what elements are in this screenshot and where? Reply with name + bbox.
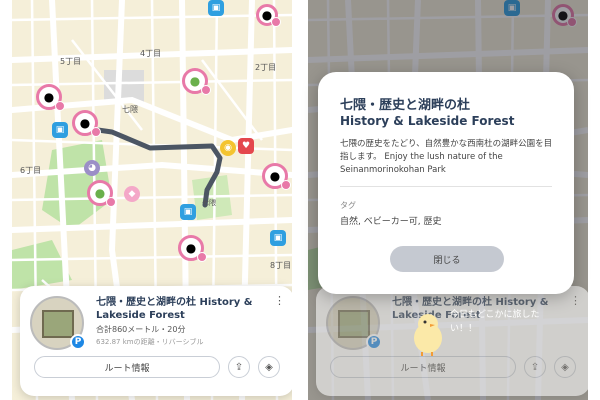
poi-pin[interactable]: ● [72,110,101,137]
divider [340,186,552,187]
shop-icon[interactable]: ▣ [270,230,286,246]
poi-pin[interactable]: ● [262,163,291,190]
street-label-nanakuma-road: 七隈 [202,199,216,207]
modal-description: 七隈の歴史をたどり、自然豊かな西南杜の湖畔公園を目指します。 Enjoy the… [340,139,553,175]
more-options-icon[interactable]: ⋮ [274,294,285,307]
parking-badge: P [366,334,382,350]
route-info-button: ルート情報 [330,356,516,378]
shop-icon[interactable]: ▣ [180,204,196,220]
street-label-4chome: 4丁目 [140,49,162,58]
cupcake-icon[interactable]: ◆ [124,186,140,202]
more-options-icon: ⋮ [570,294,581,307]
poi-person-icon: ● [43,90,55,104]
street-label-6chome: 6丁目 [20,166,42,175]
tag-heading: タグ [340,201,356,210]
poi-person-icon: ● [185,241,197,255]
route-detail-modal: 七隈・歴史と湖畔の杜 History & Lakeside Forest 七隈の… [318,72,574,294]
poi-frog-icon: ● [94,186,106,200]
route-info-button[interactable]: ルート情報 [34,356,220,378]
character-icon[interactable]: ◕ [84,160,100,176]
poi-pin[interactable]: ● [36,84,65,111]
modal-title-en: History & Lakeside Forest [340,114,515,128]
share-icon[interactable]: ⇪ [228,356,250,378]
heart-shop-icon[interactable]: ♥ [238,138,254,154]
close-button[interactable]: 閉じる [390,246,504,272]
street-label-8chome: 8丁目 [270,261,292,270]
street-label-nanakuma: 七隈 [122,105,138,114]
chick-mascot-icon [414,314,442,356]
shop-icon[interactable]: ▣ [208,0,224,16]
tag-list: 自然, ベビーカー可, 歴史 [340,217,442,227]
modal-title-jp: 七隈・歴史と湖畔の杜 [340,98,471,113]
route-card: P 七隈・歴史と湖畔の杜 History & Lakeside Forest ⋮… [316,286,588,396]
directions-icon[interactable]: ◈ [258,356,280,378]
shop-icon[interactable]: ▣ [52,122,68,138]
route-summary: 合計860メートル・20分 [96,325,186,334]
mascot-speech: 今日もどこかに旅したい！！ [450,310,540,334]
poi-pin[interactable]: ● [256,4,281,27]
street-label-5chome: 5丁目 [60,57,82,66]
poi-pin[interactable]: ● [178,235,207,262]
parking-badge: P [70,334,86,350]
route-title: 七隈・歴史と湖畔の杜 History & Lakeside Forest [96,297,253,321]
share-icon: ⇪ [524,356,546,378]
poi-person-icon: ● [79,116,91,130]
poi-person-icon: ● [269,169,281,183]
left-screen: 5丁目 4丁目 2丁目 七隈 6丁目 8丁目 七隈 ● ● ● ● ● ● ● … [12,0,292,400]
poi-pin[interactable]: ● [87,180,116,207]
route-card[interactable]: P 七隈・歴史と湖畔の杜 History & Lakeside Forest ⋮… [20,286,292,396]
poi-pin[interactable]: ● [182,68,211,95]
street-label-2chome: 2丁目 [255,63,277,72]
directions-icon: ◈ [554,356,576,378]
route-distance: 632.87 kmの距離・リバーシブル [96,338,204,346]
coin-icon[interactable]: ◉ [220,140,236,156]
poi-frog-icon: ● [189,74,201,88]
